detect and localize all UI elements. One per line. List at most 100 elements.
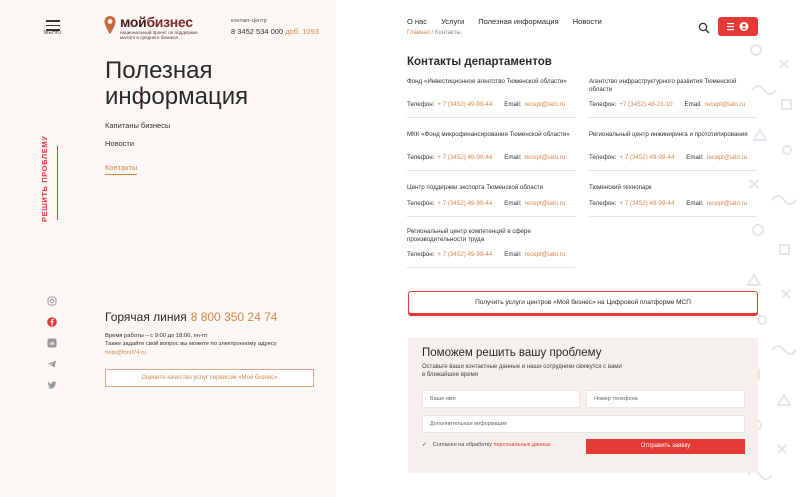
department-name: Региональный центр компетенций в сфере п… — [407, 228, 531, 244]
get-services-button[interactable]: Получить услуги центров «Мой бизнес» на … — [408, 291, 758, 314]
logo[interactable]: мойбизнес национальный проект по поддерж… — [104, 14, 214, 42]
breadcrumb-home[interactable]: Главная — [407, 30, 430, 36]
right-panel: О нас Услуги Полезная информация Новости… — [336, 0, 802, 497]
facebook-icon[interactable] — [47, 317, 57, 327]
help-form-card: Поможем решить вашу проблему Оставьте ва… — [408, 338, 758, 473]
extra-info-input[interactable]: Дополнительная информация — [422, 415, 745, 433]
social-links: vk — [47, 296, 59, 401]
department-phone[interactable]: + 7 (3452) 49-99-44 — [437, 154, 492, 161]
phone-label: Телефон: — [589, 154, 617, 161]
search-icon[interactable] — [698, 22, 710, 34]
solve-problem-link[interactable]: РЕШИТЬ ПРОБЛЕМУ — [40, 136, 49, 223]
nav-news[interactable]: Новости — [573, 17, 602, 26]
department-phone[interactable]: + 7 (3452) 49-99-44 — [437, 101, 492, 108]
contact-center-number: 8 3452 534 000 — [231, 27, 284, 36]
email-label: Email: — [504, 154, 522, 161]
subnav-item-contacts[interactable]: Контакты — [105, 163, 138, 175]
hamburger-icon — [46, 20, 60, 22]
svg-text:vk: vk — [49, 341, 55, 346]
department-card: МКК «Фонд микрофинансирования Тюменской … — [407, 131, 575, 172]
consent-row: ✓ Согласен на обработку персональных данн… — [422, 442, 551, 448]
contact-center-phone[interactable]: 8 3452 534 000 доб. 1093 — [231, 27, 319, 36]
instagram-icon[interactable] — [47, 296, 57, 306]
divider — [407, 216, 575, 218]
cta-line — [57, 146, 58, 220]
hours-line-1: Время работы – с 9:00 до 18:00, пн-пт — [105, 333, 208, 339]
department-card: Региональный центр компетенций в сфере п… — [407, 228, 575, 269]
hotline-block: Горячая линия 8 800 350 24 74 Время работ… — [105, 310, 320, 357]
department-email[interactable]: recept@iato.ru — [524, 200, 565, 207]
nav-useful-info[interactable]: Полезная информация — [478, 17, 558, 26]
page-frame: МЕНЮ РЕШИТЬ ПРОБЛЕМУ vk мойбизнес национ… — [0, 0, 802, 497]
telegram-icon[interactable] — [47, 359, 57, 369]
help-form-title: Поможем решить вашу проблему — [422, 347, 602, 359]
menu-button[interactable]: МЕНЮ — [44, 20, 62, 36]
consent-text: Согласен на обработку — [432, 442, 492, 448]
phone-input[interactable]: Номер телефона — [586, 390, 745, 408]
phone-label: Телефон: — [407, 200, 435, 207]
hotline-number[interactable]: 8 800 350 24 74 — [191, 310, 278, 324]
department-email[interactable]: recept@iato.ru — [524, 251, 565, 258]
nav-services[interactable]: Услуги — [441, 17, 464, 26]
department-email[interactable]: recept@iato.ru — [706, 200, 747, 207]
twitter-icon[interactable] — [47, 380, 57, 390]
subnav-item-news[interactable]: Новости — [105, 139, 170, 148]
vk-icon[interactable]: vk — [47, 338, 57, 348]
subnav-item-captains[interactable]: Капитаны бизнесы — [105, 121, 170, 130]
department-phone[interactable]: + 7 (3452) 49-99-44 — [619, 154, 674, 161]
divider — [589, 216, 757, 218]
email-label: Email: — [686, 200, 704, 207]
hours-line-2: Также задайте свой вопрос вы можете по э… — [105, 341, 277, 348]
department-card: Региональный центр инжиниринга и прототи… — [589, 131, 757, 172]
left-panel: МЕНЮ РЕШИТЬ ПРОБЛЕМУ vk мойбизнес национ… — [0, 0, 336, 497]
divider — [589, 170, 757, 172]
logo-word-b: бизнес — [146, 14, 193, 30]
divider — [589, 117, 757, 119]
phone-label: Телефон: — [407, 101, 435, 108]
account-menu-button[interactable] — [718, 17, 758, 36]
checkmark-icon[interactable]: ✓ — [422, 442, 427, 448]
name-input[interactable]: Ваше имя — [422, 390, 580, 408]
department-name: Тюменский технопарк — [589, 184, 652, 191]
logo-mark-icon — [104, 16, 116, 34]
divider — [407, 267, 575, 269]
phone-label: Телефон: — [589, 200, 617, 207]
rate-service-button[interactable]: Оцените качество услуг сервисом «Мой биз… — [105, 369, 314, 387]
department-email[interactable]: recept@iato.ru — [524, 154, 565, 161]
hotline-label: Горячая линия — [105, 310, 187, 324]
department-email[interactable]: recept@iato.ru — [524, 101, 565, 108]
department-contacts: Телефон: + 7 (3452) 49-99-44 Email: recept@… — [589, 200, 757, 208]
hotline-email-link[interactable]: help@fond74.ru — [105, 349, 320, 357]
department-card: Тюменский технопарк Телефон: + 7 (3452) 4… — [589, 184, 757, 218]
department-phone[interactable]: +7 (3452) 48-23-10 — [619, 101, 672, 108]
help-form-subtitle: Оставьте ваши контактные данные и наши с… — [422, 364, 622, 378]
logo-word-a: мой — [120, 14, 147, 30]
department-phone[interactable]: + 7 (3452) 49-99-44 — [619, 200, 674, 207]
department-card: Агентство инфраструктурного развития Тюм… — [589, 78, 757, 119]
department-contacts: Телефон: + 7 (3452) 49-99-44 Email: recept@… — [407, 200, 575, 208]
department-name: Центр поддержки экспорта Тюменской облас… — [407, 184, 544, 191]
page-title: Полезная информация — [105, 57, 249, 110]
department-phone[interactable]: + 7 (3452) 49-99-44 — [437, 251, 492, 258]
left-rail: МЕНЮ РЕШИТЬ ПРОБЛЕМУ vk — [0, 0, 100, 497]
phone-label: Телефон: — [407, 154, 435, 161]
department-name: Региональный центр инжиниринга и прототи… — [589, 131, 748, 138]
logo-wordmark: мойбизнес — [120, 14, 193, 30]
department-phone[interactable]: + 7 (3452) 49-99-44 — [437, 200, 492, 207]
contact-center: контакт-центр 8 3452 534 000 доб. 1093 — [231, 18, 319, 36]
personal-data-link[interactable]: персональных данных — [493, 442, 550, 448]
hamburger-icon — [727, 22, 749, 31]
email-label: Email: — [684, 101, 702, 108]
email-label: Email: — [686, 154, 704, 161]
nav-about[interactable]: О нас — [407, 17, 427, 26]
breadcrumb: Главная / Контакты — [407, 30, 461, 36]
hamburger-icon-bar — [46, 24, 60, 26]
department-card: Центр поддержки экспорта Тюменской облас… — [407, 184, 575, 218]
hotline-hours: Время работы – с 9:00 до 18:00, пн-пт Та… — [105, 332, 320, 357]
department-email[interactable]: recept@iato.ru — [706, 154, 747, 161]
hotline-title: Горячая линия 8 800 350 24 74 — [105, 310, 320, 324]
submit-request-button[interactable]: Отправить заявку — [586, 439, 745, 454]
departments-title: Контакты департаментов — [407, 56, 552, 68]
email-label: Email: — [504, 101, 522, 108]
department-email[interactable]: recept@iato.ru — [705, 101, 746, 108]
